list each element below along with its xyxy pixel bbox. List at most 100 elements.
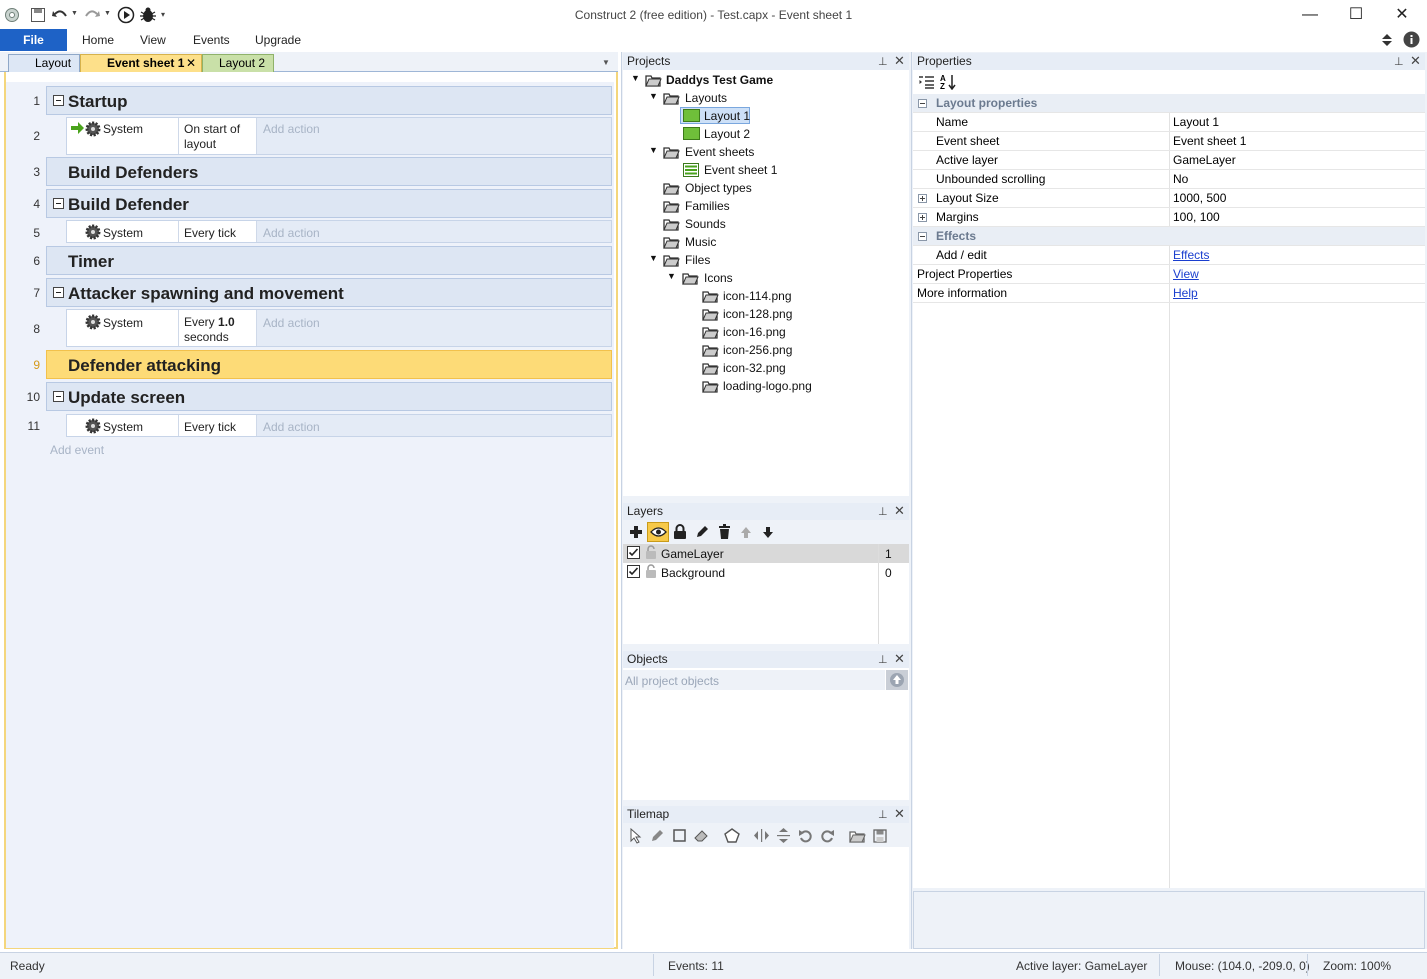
property-row[interactable]: Add / edit Effects — [913, 246, 1425, 265]
expand-icon[interactable] — [918, 213, 927, 222]
close-icon[interactable]: ✕ — [894, 651, 905, 667]
stamp-icon[interactable] — [724, 828, 740, 843]
collapse-icon[interactable] — [53, 198, 64, 209]
projects-tree[interactable] — [623, 70, 909, 496]
pin-icon[interactable]: ⊥ — [878, 505, 888, 518]
group-update-screen[interactable]: Update screen — [46, 382, 612, 411]
collapse-icon[interactable] — [53, 287, 64, 298]
condition-cell[interactable]: Every 1.0 seconds — [179, 310, 257, 346]
group-startup[interactable]: Startup — [46, 86, 612, 115]
condition-object-cell[interactable]: System — [67, 415, 179, 436]
rotate-ccw-icon[interactable] — [798, 829, 813, 843]
tilemap-view[interactable] — [623, 847, 909, 949]
expand-icon[interactable]: ▼ — [649, 91, 658, 101]
pin-icon[interactable]: ⊥ — [1394, 55, 1404, 68]
tree-file[interactable]: icon-114.png — [723, 289, 792, 303]
mirror-icon[interactable] — [753, 829, 770, 842]
property-row[interactable]: Unbounded scrolling No — [913, 170, 1425, 189]
tab-list-dropdown-icon[interactable]: ▼ — [602, 58, 610, 67]
collapse-icon[interactable] — [918, 99, 927, 108]
property-row[interactable]: More information Help — [913, 284, 1425, 303]
layer-name[interactable]: GameLayer — [661, 547, 724, 561]
category-layout-properties[interactable]: Layout properties — [913, 94, 1425, 113]
close-button[interactable]: ✕ — [1379, 0, 1425, 30]
objects-up-button[interactable] — [886, 670, 908, 690]
property-value[interactable]: Event sheet 1 — [1173, 134, 1246, 148]
pin-icon[interactable]: ⊥ — [878, 55, 888, 68]
tree-layout-1[interactable]: Layout 1 — [704, 109, 750, 123]
tab-home[interactable]: Home — [82, 33, 114, 47]
property-row[interactable]: Layout Size 1000, 500 — [913, 189, 1425, 208]
objects-filter[interactable]: All project objects — [623, 670, 885, 690]
save-icon[interactable] — [873, 829, 887, 843]
collapse-icon[interactable] — [918, 232, 927, 241]
property-row[interactable]: Event sheet Event sheet 1 — [913, 132, 1425, 151]
object-types-folder[interactable]: Object types — [685, 181, 752, 195]
collapse-icon[interactable] — [53, 391, 64, 402]
info-icon[interactable] — [1403, 31, 1420, 48]
condition-cell[interactable]: Every tick — [179, 221, 257, 242]
expand-icon[interactable]: ▼ — [667, 271, 676, 281]
expand-icon[interactable]: ▼ — [649, 253, 658, 263]
condition-cell[interactable]: On start of layout — [179, 118, 257, 154]
tab-upgrade[interactable]: Upgrade — [255, 33, 301, 47]
tab-close-icon[interactable]: ✕ — [186, 55, 196, 72]
pencil-icon[interactable] — [695, 525, 709, 539]
property-row[interactable]: Name Layout 1 — [913, 113, 1425, 132]
pointer-icon[interactable] — [630, 828, 642, 844]
tree-file[interactable]: loading-logo.png — [723, 379, 812, 393]
ribbon-collapse-icon[interactable] — [1381, 32, 1393, 48]
group-build-defenders[interactable]: Build Defenders — [46, 157, 612, 186]
event-row[interactable]: System Every 1.0 seconds Add action — [66, 309, 612, 347]
trash-icon[interactable] — [718, 524, 731, 540]
add-action-link[interactable]: Add action — [263, 420, 320, 434]
property-value[interactable]: Layout 1 — [1173, 115, 1219, 129]
arrow-up-icon[interactable] — [740, 526, 752, 539]
tree-layout-2[interactable]: Layout 2 — [704, 127, 750, 141]
property-value[interactable]: 100, 100 — [1173, 210, 1220, 224]
close-icon[interactable]: ✕ — [894, 503, 905, 519]
minimize-button[interactable]: — — [1287, 0, 1333, 30]
sounds-folder[interactable]: Sounds — [685, 217, 726, 231]
arrow-down-icon[interactable] — [762, 526, 774, 539]
close-icon[interactable]: ✕ — [894, 806, 905, 822]
eye-toggle[interactable] — [647, 522, 669, 542]
tree-event-sheet-1[interactable]: Event sheet 1 — [704, 163, 777, 177]
expand-icon[interactable]: ▼ — [631, 73, 640, 83]
view-link[interactable]: View — [1173, 267, 1199, 281]
event-row[interactable]: System Every tick Add action — [66, 414, 612, 437]
add-action-link[interactable]: Add action — [263, 226, 320, 240]
tree-file[interactable]: icon-128.png — [723, 307, 792, 321]
tab-layout-1[interactable]: Layout 1 — [8, 54, 80, 87]
tab-event-sheet-1[interactable]: Event sheet 1 ✕ — [80, 54, 202, 72]
collapse-icon[interactable] — [53, 95, 64, 106]
condition-cell[interactable]: Every tick — [179, 415, 257, 436]
add-action-link[interactable]: Add action — [263, 122, 320, 136]
category-effects[interactable]: Effects — [913, 227, 1425, 246]
add-icon[interactable] — [629, 525, 643, 539]
property-value[interactable]: 1000, 500 — [1173, 191, 1226, 205]
tab-view[interactable]: View — [140, 33, 166, 47]
event-sheets-folder[interactable]: Event sheets — [685, 145, 754, 159]
condition-parameter[interactable]: 1.0 — [218, 315, 235, 329]
checkbox-checked-icon[interactable] — [627, 546, 640, 559]
property-row[interactable]: Active layer GameLayer — [913, 151, 1425, 170]
layouts-folder[interactable]: Layouts — [685, 91, 727, 105]
group-build-defender[interactable]: Build Defender — [46, 189, 612, 218]
tree-file[interactable]: icon-256.png — [723, 343, 792, 357]
help-link[interactable]: Help — [1173, 286, 1198, 300]
layer-name[interactable]: Background — [661, 566, 725, 580]
close-icon[interactable]: ✕ — [1410, 53, 1421, 69]
tree-file[interactable]: icon-32.png — [723, 361, 786, 375]
close-icon[interactable]: ✕ — [894, 53, 905, 69]
tree-file[interactable]: icon-16.png — [723, 325, 786, 339]
icons-folder[interactable]: Icons — [704, 271, 733, 285]
property-row[interactable]: Margins 100, 100 — [913, 208, 1425, 227]
sort-alphabetical-icon[interactable]: AZ — [940, 74, 956, 90]
event-row[interactable]: System Every tick Add action — [66, 220, 612, 243]
open-icon[interactable] — [849, 829, 866, 843]
group-defender-attacking[interactable]: Defender attacking — [46, 350, 612, 379]
checkbox-checked-icon[interactable] — [627, 565, 640, 578]
categorized-icon[interactable] — [919, 75, 934, 89]
expand-icon[interactable] — [918, 194, 927, 203]
